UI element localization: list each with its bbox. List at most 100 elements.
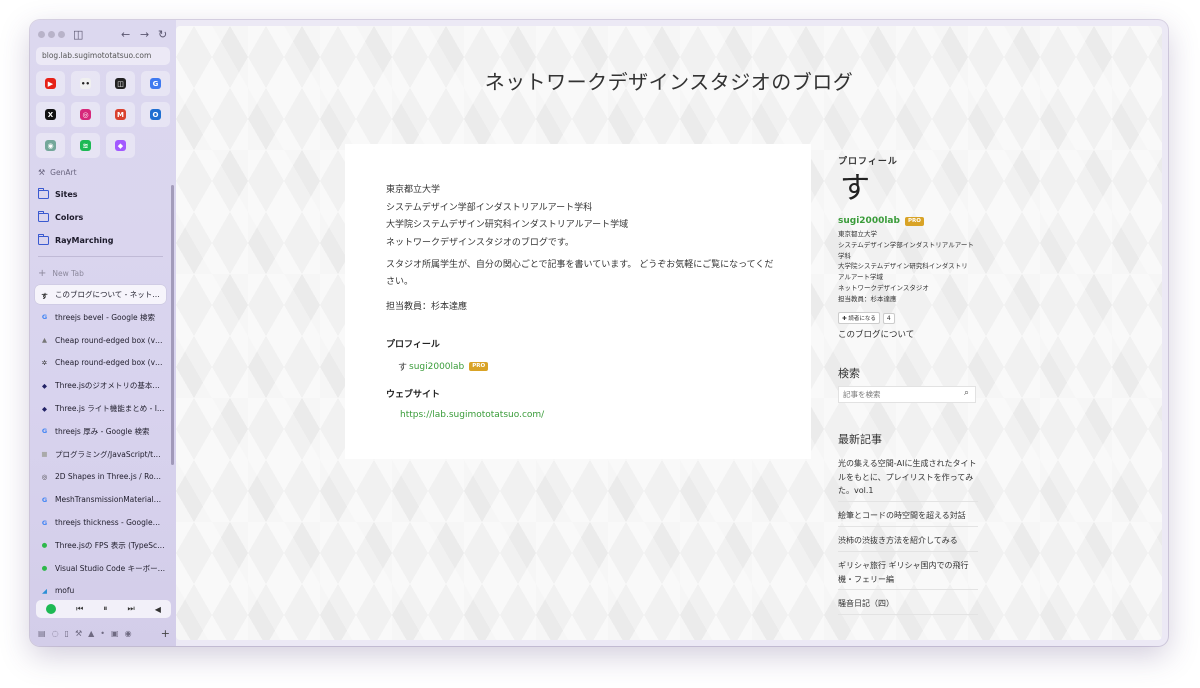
genart-icon: ⚒ bbox=[38, 168, 46, 177]
next-track-icon[interactable]: ⏭ bbox=[127, 604, 134, 614]
tab-item[interactable]: ◆ Three.js ライト機能まとめ - I… bbox=[35, 399, 166, 418]
page-content: ネットワークデザインスタジオのブログ 東京都立大学 システムデザイン学部インダス… bbox=[176, 26, 1162, 640]
bio-line: システムデザイン学部インダストリアルアート bbox=[838, 240, 974, 249]
search-icon[interactable]: ⌕ bbox=[964, 388, 969, 398]
profile-heading: プロフィール bbox=[386, 340, 440, 350]
tab-item[interactable]: Gthreejs 厚み - Google 検索 bbox=[35, 422, 166, 441]
tab-item[interactable]: ● Three.jsの FPS 表示 (TypeSc… bbox=[35, 536, 166, 555]
tab-item[interactable]: G MeshTransmissionMaterial… bbox=[35, 490, 166, 509]
space-icon[interactable]: ◌ bbox=[52, 629, 59, 638]
bookmark-icon[interactable]: ▯ bbox=[65, 629, 69, 638]
intro-line: 東京都立大学 bbox=[386, 185, 441, 195]
about-link[interactable]: このブログについて bbox=[838, 328, 914, 340]
instagram-icon: ◎ bbox=[80, 109, 91, 120]
back-arrow-icon[interactable]: ← bbox=[121, 28, 130, 42]
favorite-eyes[interactable]: •• bbox=[71, 71, 100, 96]
maximize-window-button[interactable] bbox=[58, 31, 65, 38]
bio-line: 東京都立大学 bbox=[838, 230, 877, 238]
recent-divider bbox=[838, 614, 978, 615]
favorite-gmail[interactable]: M bbox=[106, 102, 135, 127]
sidebar-scrollbar[interactable] bbox=[171, 185, 174, 465]
recent-divider bbox=[838, 501, 978, 502]
tab-item[interactable]: Gthreejs bevel - Google 検索 bbox=[35, 308, 166, 327]
favorite-notion[interactable]: ◫ bbox=[106, 71, 135, 96]
pause-icon[interactable]: ⏸ bbox=[103, 604, 107, 614]
avatar-icon: す bbox=[398, 363, 408, 373]
pro-badge: PRO bbox=[469, 362, 489, 371]
recent-post-link[interactable]: 絵筆とコードの時空間を超える対話 bbox=[838, 509, 978, 523]
article-profile-link[interactable]: す sugi2000lab PRO bbox=[398, 360, 489, 373]
favicon-icon: ◆ bbox=[42, 404, 47, 413]
search-input[interactable]: 記事を検索 bbox=[838, 386, 976, 403]
archive-icon[interactable]: ▤ bbox=[38, 629, 46, 638]
reload-icon[interactable]: ↻ bbox=[158, 28, 167, 42]
favicon-icon: G bbox=[41, 313, 48, 322]
circle-icon[interactable]: ◉ bbox=[125, 629, 132, 638]
tab-title: Cheap round-edged box (v… bbox=[55, 358, 163, 368]
recent-post-link[interactable]: 騒音日記（四） bbox=[838, 597, 978, 611]
sidebar-toggle-icon[interactable]: ◫ bbox=[73, 28, 83, 42]
section-genart[interactable]: ⚒ GenArt bbox=[38, 168, 77, 177]
favorite-figma[interactable]: ◆ bbox=[106, 133, 135, 158]
tab-title: Three.jsのジオメトリの基本… bbox=[55, 381, 160, 391]
add-space-icon[interactable]: + bbox=[161, 627, 170, 640]
favorite-x[interactable]: X bbox=[36, 102, 65, 127]
tools-icon[interactable]: ⚒ bbox=[75, 629, 82, 638]
url-bar[interactable]: blog.lab.sugimototatsuo.com bbox=[36, 47, 170, 65]
recent-post-link[interactable]: 光の集える空間-AIに生成されたタイトルをもとに、プレイリストを作ってみた。vo… bbox=[838, 457, 978, 498]
folder-icon bbox=[38, 234, 49, 245]
favorite-outlook[interactable]: O bbox=[141, 102, 170, 127]
tab-item[interactable]: ■ プログラミング/JavaScript/t… bbox=[35, 445, 166, 464]
article-intro: 東京都立大学 システムデザイン学部インダストリアルアート学科 大学院システムデザ… bbox=[386, 182, 628, 252]
recent-post-link[interactable]: ギリシャ旅行 ギリシャ国内での飛行機・フェリー編 bbox=[838, 559, 978, 586]
favicon-icon: す bbox=[41, 291, 48, 300]
tab-item[interactable]: すこのブログについて - ネット… bbox=[35, 285, 166, 304]
blog-title[interactable]: ネットワークデザインスタジオのブログ bbox=[176, 66, 1162, 95]
new-tab-button[interactable]: + New Tab bbox=[38, 268, 84, 279]
notion-icon: ◫ bbox=[115, 78, 126, 89]
bio-line: アルアート学域 bbox=[838, 273, 884, 282]
tab-title: プログラミング/JavaScript/t… bbox=[55, 449, 161, 459]
tab-item[interactable]: ● Visual Studio Code キーボー… bbox=[35, 559, 166, 578]
dot-icon[interactable]: • bbox=[100, 629, 105, 638]
pro-badge: PRO bbox=[904, 216, 924, 226]
avatar[interactable]: す bbox=[840, 172, 870, 206]
tab-item[interactable]: ▲ Cheap round-edged box (v… bbox=[35, 331, 166, 350]
tab-item[interactable]: ◢ mofu bbox=[35, 581, 166, 600]
sidebar-profile-heading: プロフィール bbox=[838, 157, 898, 167]
volume-icon[interactable]: ◀ bbox=[155, 605, 161, 614]
tab-title: threejs thickness - Google… bbox=[55, 518, 161, 527]
tab-title: MeshTransmissionMaterial… bbox=[55, 495, 162, 505]
tab-item[interactable]: ◆ Three.jsのジオメトリの基本… bbox=[35, 376, 166, 395]
folder-raymarching[interactable]: RayMarching bbox=[38, 234, 113, 245]
favorite-youtube[interactable]: ▶ bbox=[36, 71, 65, 96]
sidebar-bottom-bar: ▤ ◌ ▯ ⚒ ▲ • ▣ ◉ + bbox=[38, 627, 170, 640]
folder-sites[interactable]: Sites bbox=[38, 188, 78, 199]
previous-track-icon[interactable]: ⏮ bbox=[76, 604, 83, 614]
minimize-window-button[interactable] bbox=[48, 31, 55, 38]
tab-item[interactable]: Gthreejs thickness - Google… bbox=[35, 513, 166, 532]
sidebar-bio: 東京都立大学 システムデザイン学部インダストリアルアート 学科 大学院システムデ… bbox=[838, 229, 980, 305]
favorite-spotify[interactable]: ≋ bbox=[71, 133, 100, 158]
window-toolbar: ◫ ← → ↻ bbox=[36, 28, 170, 42]
favorite-instagram[interactable]: ◎ bbox=[71, 102, 100, 127]
spotify-icon[interactable] bbox=[46, 604, 57, 614]
close-window-button[interactable] bbox=[38, 31, 45, 38]
sidebar-user-link[interactable]: sugi2000lab PRO bbox=[838, 216, 924, 226]
subscribe-button[interactable]: ✚ 読者になる bbox=[838, 312, 880, 324]
triangle-icon[interactable]: ▲ bbox=[88, 629, 94, 638]
tab-title: 2D Shapes in Three.js / Ro… bbox=[55, 472, 162, 482]
favorite-google[interactable]: G bbox=[141, 71, 170, 96]
folder-colors[interactable]: Colors bbox=[38, 211, 83, 222]
square-icon[interactable]: ▣ bbox=[111, 629, 119, 638]
recent-post-link[interactable]: 渋柿の渋抜き方法を紹介してみる bbox=[838, 534, 978, 548]
bio-line: ネットワークデザインスタジオ bbox=[838, 283, 929, 292]
website-link[interactable]: https://lab.sugimototatsuo.com/ bbox=[400, 410, 544, 420]
tab-item[interactable]: ✲ Cheap round-edged box (v… bbox=[35, 353, 166, 372]
forward-arrow-icon[interactable]: → bbox=[140, 28, 149, 42]
favorite-chatgpt[interactable]: ◉ bbox=[36, 133, 65, 158]
figma-icon: ◆ bbox=[115, 140, 126, 151]
favicon-icon: ▲ bbox=[42, 336, 47, 345]
article-card: 東京都立大学 システムデザイン学部インダストリアルアート学科 大学院システムデザ… bbox=[345, 144, 811, 459]
tab-item[interactable]: ◎ 2D Shapes in Three.js / Ro… bbox=[35, 467, 166, 486]
